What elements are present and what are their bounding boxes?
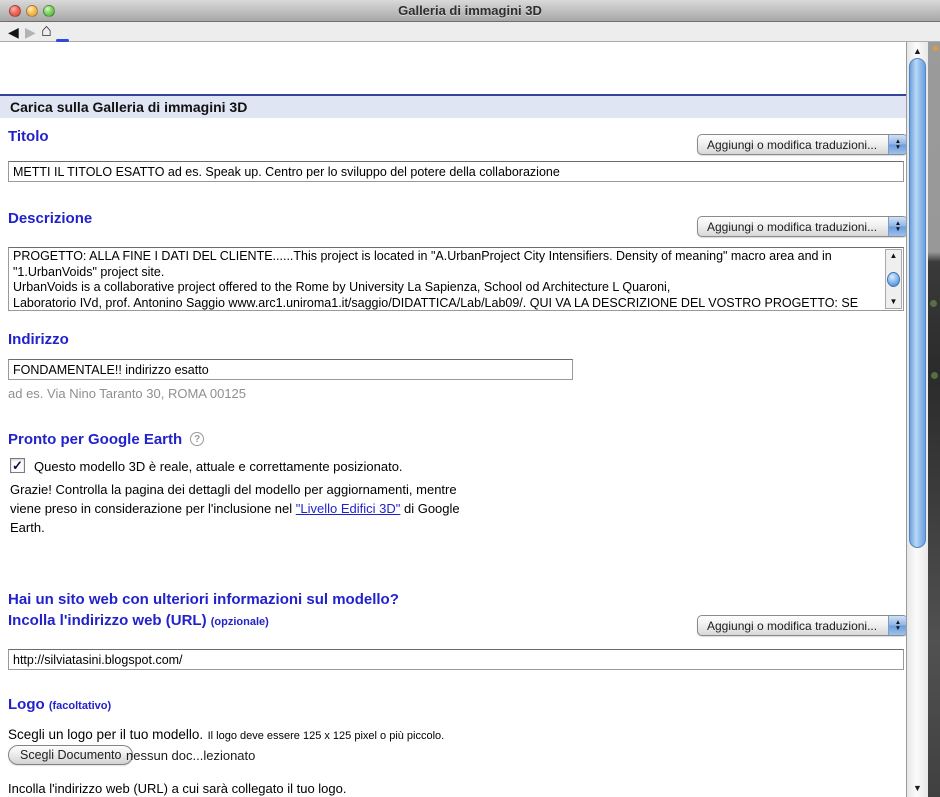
browser-window: Galleria di immagini 3D ◀ ▶ ⌂ Carica sul…: [0, 0, 940, 797]
logo-url-label: Incolla l'indirizzo web (URL) a cui sarà…: [8, 781, 346, 796]
stepper-down-icon: ▼: [895, 227, 901, 233]
description-heading: Descrizione: [8, 210, 92, 227]
textarea-scrollbar[interactable]: ▲ ▼: [885, 249, 902, 309]
translations-dropdown-label: Aggiungi o modifica traduzioni...: [698, 220, 888, 234]
home-icon[interactable]: ⌂: [41, 21, 52, 39]
title-heading: Titolo: [8, 128, 49, 145]
stepper-icon: ▲ ▼: [888, 616, 907, 635]
window-titlebar: Galleria di immagini 3D: [0, 0, 940, 22]
description-textarea[interactable]: PROGETTO: ALLA FINE I DATI DEL CLIENTE..…: [8, 247, 904, 311]
logo-heading-text: Logo: [8, 696, 45, 713]
scroll-up-icon[interactable]: ▲: [886, 251, 901, 261]
stepper-icon: ▲ ▼: [888, 217, 907, 236]
website-heading: Hai un sito web con ulteriori informazio…: [8, 589, 399, 633]
page-title: Carica sulla Galleria di immagini 3D: [0, 94, 906, 118]
real-model-checkbox-label: Questo modello 3D è reale, attuale e cor…: [34, 459, 403, 474]
choose-file-button[interactable]: Scegli Documento: [8, 745, 133, 765]
scroll-down-icon[interactable]: ▼: [886, 297, 901, 307]
google-earth-heading-text: Pronto per Google Earth: [8, 431, 182, 448]
file-status-text: nessun doc...lezionato: [126, 748, 255, 763]
logo-instruction: Scegli un logo per il tuo modello.: [8, 727, 203, 742]
desktop-wallpaper-detail: [931, 372, 938, 379]
page-scrollbar[interactable]: ▲ ▼: [906, 42, 928, 797]
stepper-down-icon: ▼: [895, 626, 901, 632]
browser-toolbar: ◀ ▶ ⌂: [0, 22, 940, 42]
scrollbar-up-icon[interactable]: ▲: [907, 45, 928, 57]
title-input[interactable]: [8, 161, 904, 182]
desktop-wallpaper-detail: [930, 300, 937, 307]
google-earth-note: Grazie! Controlla la pagina dei dettagli…: [10, 481, 480, 538]
website-url-input[interactable]: [8, 649, 904, 670]
logo-heading: Logo (facoltativo): [8, 696, 111, 713]
desktop-icon-fragment: [933, 46, 938, 51]
upload-form-page: Carica sulla Galleria di immagini 3D Tit…: [0, 42, 906, 797]
scrollbar-thumb[interactable]: [909, 58, 926, 548]
address-input[interactable]: [8, 359, 573, 380]
website-heading-line2: Incolla l'indirizzo web (URL): [8, 612, 207, 629]
logo-optional-label: (facoltativo): [49, 700, 111, 712]
address-heading: Indirizzo: [8, 331, 69, 348]
address-hint: ad es. Via Nino Taranto 30, ROMA 00125: [8, 386, 246, 401]
translations-dropdown-label: Aggiungi o modifica traduzioni...: [698, 138, 888, 152]
google-earth-heading: Pronto per Google Earth?: [8, 431, 204, 448]
textarea-scrollbar-thumb[interactable]: [887, 272, 900, 287]
logo-instruction-row: Scegli un logo per il tuo modello. Il lo…: [8, 726, 444, 744]
desktop-background: [928, 42, 940, 797]
website-optional-label: (opzionale): [211, 616, 269, 628]
window-title: Galleria di immagini 3D: [0, 3, 940, 18]
translations-dropdown-description[interactable]: Aggiungi o modifica traduzioni... ▲ ▼: [697, 216, 908, 237]
forward-icon: ▶: [25, 23, 36, 41]
translations-dropdown-website[interactable]: Aggiungi o modifica traduzioni... ▲ ▼: [697, 615, 908, 636]
scrollbar-down-icon[interactable]: ▼: [907, 782, 928, 794]
back-icon[interactable]: ◀: [8, 23, 19, 41]
description-text: PROGETTO: ALLA FINE I DATI DEL CLIENTE..…: [13, 249, 881, 311]
logo-size-note: Il logo deve essere 125 x 125 pixel o pi…: [208, 730, 445, 742]
stepper-icon: ▲ ▼: [888, 135, 907, 154]
translations-dropdown-title[interactable]: Aggiungi o modifica traduzioni... ▲ ▼: [697, 134, 908, 155]
real-model-checkbox[interactable]: ✓: [10, 458, 25, 473]
stepper-down-icon: ▼: [895, 145, 901, 151]
help-icon[interactable]: ?: [190, 432, 204, 446]
website-heading-line1: Hai un sito web con ulteriori informazio…: [8, 591, 399, 608]
buildings-layer-link[interactable]: "Livello Edifici 3D": [296, 501, 401, 516]
translations-dropdown-label: Aggiungi o modifica traduzioni...: [698, 619, 888, 633]
